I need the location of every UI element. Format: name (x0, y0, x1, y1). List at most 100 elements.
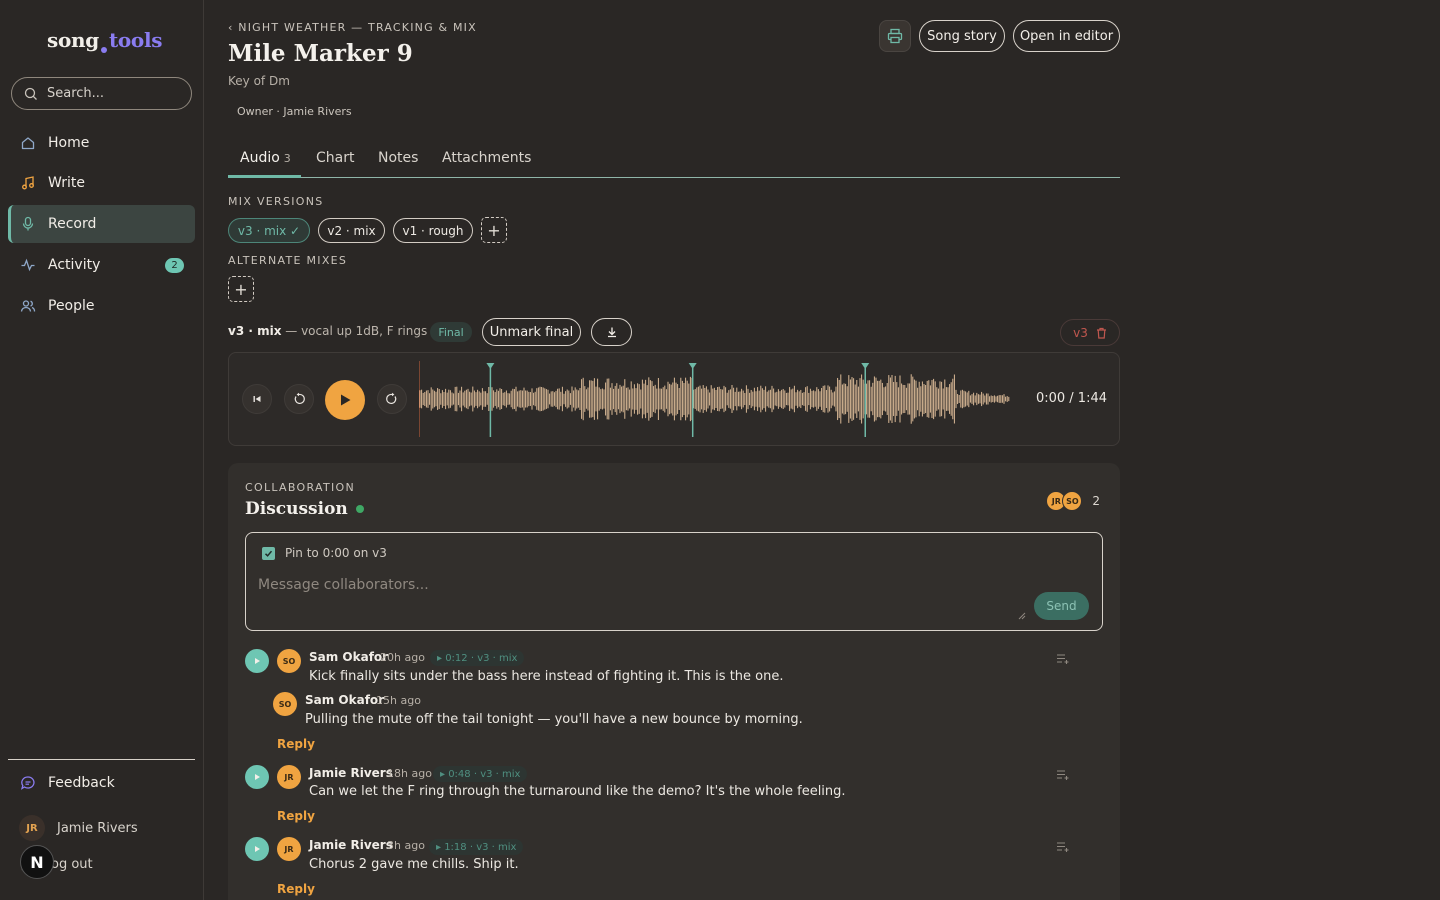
fast-forward-button[interactable] (377, 384, 407, 414)
user-name: Jamie Rivers (57, 820, 138, 836)
waveform[interactable] (419, 361, 1014, 437)
reply-button[interactable]: Reply (277, 737, 315, 751)
sidebar-item-home[interactable]: Home (8, 124, 195, 162)
trash-icon (1096, 327, 1106, 339)
sidebar-item-write[interactable]: Write (8, 164, 195, 202)
print-button[interactable] (879, 20, 911, 52)
collaborator-avatars[interactable]: JR SO 2 (1046, 491, 1100, 511)
sidebar-item-activity[interactable]: Activity 2 (8, 246, 195, 284)
tab-label: Audio (240, 150, 280, 166)
comment-play-button[interactable] (245, 765, 269, 789)
comment-marker-head[interactable] (486, 363, 495, 369)
print-icon (887, 28, 903, 44)
add-alternate-mix-button[interactable]: + (228, 276, 254, 302)
discussion-title: Discussion (245, 499, 364, 519)
comment-timestamp-chip[interactable]: ▸ 0:12 · v3 · mix (430, 650, 525, 666)
search-input[interactable]: Search... (11, 77, 192, 110)
download-button[interactable] (591, 318, 632, 346)
comment-time: 18h ago (387, 767, 432, 780)
current-mix-description: v3 · mix — vocal up 1dB, F rings out (228, 324, 451, 338)
sidebar-divider (8, 759, 195, 760)
open-editor-button[interactable]: Open in editor (1013, 20, 1120, 52)
tab-chart[interactable]: Chart (316, 150, 354, 166)
microphone-icon (22, 216, 34, 231)
reply-button[interactable]: Reply (277, 809, 315, 823)
final-badge: Final (430, 322, 472, 342)
add-to-list-icon[interactable] (1056, 841, 1070, 853)
delete-version-label: v3 (1073, 325, 1088, 340)
page-title: Mile Marker 9 (228, 40, 413, 67)
active-tab-indicator (228, 175, 301, 178)
chip-v3-mix[interactable]: v3 · mix ✓ (228, 218, 310, 243)
chat-bubble-icon (20, 776, 35, 790)
tab-attachments[interactable]: Attachments (442, 150, 531, 166)
audio-player: 0:00 / 1:44 (228, 352, 1120, 446)
user-profile[interactable]: JR Jamie Rivers (19, 815, 138, 841)
chip-v1-rough[interactable]: v1 · rough (393, 218, 473, 243)
home-icon (21, 137, 35, 150)
tab-audio[interactable]: Audio 3 (240, 150, 291, 166)
message-input[interactable]: Message collaborators... (258, 577, 429, 593)
logo-dot (100, 47, 107, 53)
discussion-title-text: Discussion (245, 499, 348, 519)
logo-song-text: song (47, 28, 99, 52)
play-button[interactable] (325, 380, 365, 420)
comment-author: Sam Okafor (309, 650, 389, 664)
add-version-button[interactable]: + (481, 217, 507, 243)
delete-version-button[interactable]: v3 (1060, 319, 1120, 346)
sidebar-item-label: Record (48, 216, 97, 232)
comment-timestamp-chip[interactable]: ▸ 1:18 · v3 · mix (429, 839, 524, 855)
comment-author: Jamie Rivers (309, 838, 393, 852)
checkbox[interactable] (262, 546, 275, 560)
sidebar-item-record[interactable]: Record (8, 205, 195, 243)
search-icon (24, 87, 37, 100)
add-to-list-icon[interactable] (1056, 653, 1070, 665)
sidebar: song tools Search... Home Write Record Ac… (0, 0, 204, 900)
skip-to-start-button[interactable] (242, 384, 272, 414)
tab-count: 3 (283, 152, 291, 165)
unmark-final-button[interactable]: Unmark final (482, 318, 581, 346)
overlay-badge[interactable]: N (20, 845, 54, 879)
resize-handle-icon[interactable] (1018, 612, 1026, 620)
mix-versions-label: MIX VERSIONS (228, 195, 324, 208)
comment-marker-head[interactable] (861, 363, 870, 369)
activity-icon (21, 258, 35, 272)
add-to-list-icon[interactable] (1056, 769, 1070, 781)
feedback-label: Feedback (48, 775, 115, 791)
reply-button[interactable]: Reply (277, 882, 315, 896)
logo-tools-text: tools (108, 28, 163, 52)
music-note-icon (22, 176, 34, 190)
current-mix-name: v3 · mix (228, 324, 282, 338)
feedback-link[interactable]: Feedback (20, 775, 115, 791)
play-icon (341, 394, 351, 406)
search-placeholder: Search... (47, 86, 105, 101)
pin-timestamp-checkbox[interactable]: Pin to 0:00 on v3 (262, 546, 387, 560)
comment-play-button[interactable] (245, 649, 269, 673)
people-icon (20, 300, 36, 312)
alternate-mixes-label: ALTERNATE MIXES (228, 254, 348, 267)
play-icon (255, 774, 260, 780)
song-key: Key of Dm (228, 74, 290, 88)
rewind-button[interactable] (284, 384, 314, 414)
playback-time: 0:00 / 1:44 (1035, 391, 1107, 406)
message-composer[interactable]: Pin to 0:00 on v3 Message collaborators.… (245, 532, 1103, 631)
comment-time: 15h ago (376, 694, 421, 707)
play-icon (255, 846, 260, 852)
comment-text: Pulling the mute off the tail tonight — … (305, 712, 803, 727)
app-logo[interactable]: song tools (47, 28, 163, 53)
comment-play-button[interactable] (245, 837, 269, 861)
comment-text: Can we let the F ring through the turnar… (309, 784, 846, 799)
breadcrumb[interactable]: ‹ NIGHT WEATHER — TRACKING & MIX (228, 21, 477, 34)
avatar: JR (277, 765, 301, 789)
comment-timestamp-chip[interactable]: ▸ 0:48 · v3 · mix (433, 766, 528, 782)
tab-notes[interactable]: Notes (378, 150, 418, 166)
comment-author: Jamie Rivers (309, 766, 393, 780)
avatar: JR (19, 815, 45, 841)
sidebar-item-label: Write (48, 175, 85, 191)
sidebar-item-people[interactable]: People (8, 287, 195, 325)
comment-marker-head[interactable] (688, 363, 697, 369)
send-button[interactable]: Send (1034, 592, 1089, 620)
song-story-button[interactable]: Song story (919, 20, 1005, 52)
comment-text: Chorus 2 gave me chills. Ship it. (309, 857, 519, 872)
chip-v2-mix[interactable]: v2 · mix (318, 218, 385, 243)
